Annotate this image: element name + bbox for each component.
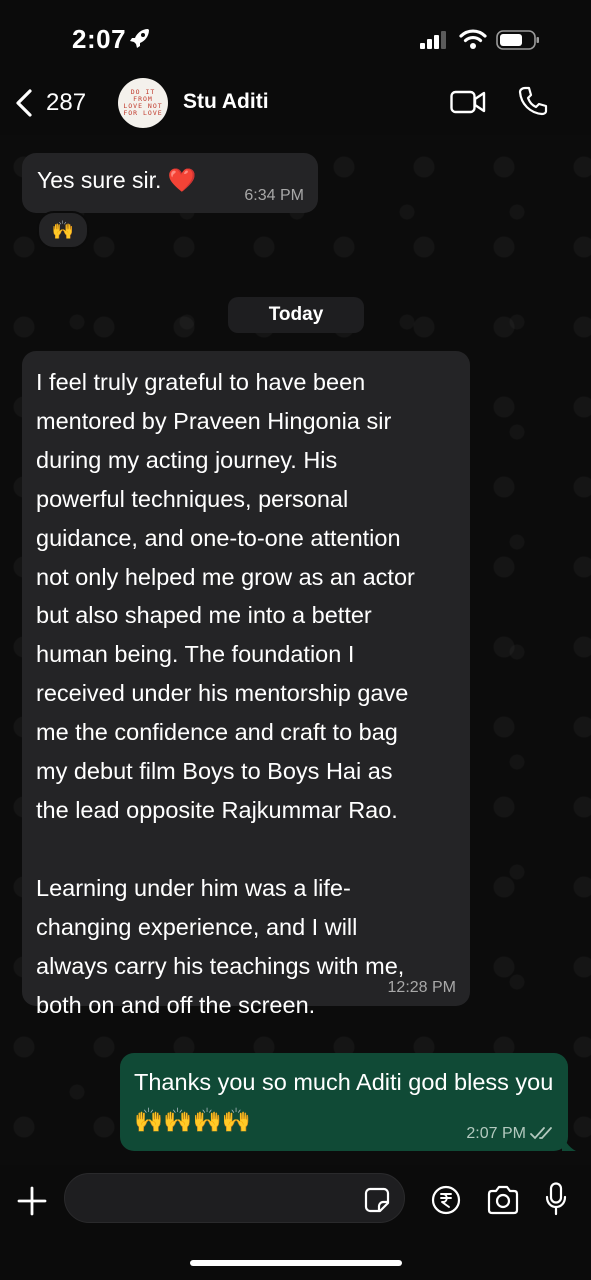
- message-text: Yes sure sir. ❤️: [37, 167, 197, 193]
- rupee-payment-icon[interactable]: [431, 1185, 461, 1215]
- chevron-left-icon: [16, 89, 32, 117]
- bubble-tail: [562, 1135, 576, 1151]
- message-time: 12:28 PM: [387, 979, 456, 996]
- unread-count: 287: [46, 89, 87, 116]
- message-reaction[interactable]: 🙌: [37, 211, 89, 249]
- date-separator-label: Today: [268, 304, 324, 325]
- wifi-icon: [459, 29, 487, 49]
- message-input[interactable]: [64, 1173, 405, 1223]
- microphone-icon[interactable]: [545, 1182, 567, 1216]
- sticker-icon[interactable]: [364, 1187, 390, 1213]
- reaction-emoji: 🙌: [51, 219, 75, 240]
- message-bubble-incoming[interactable]: Yes sure sir. ❤️ 6:34 PM: [22, 153, 318, 213]
- contact-name[interactable]: Stu Aditi: [183, 90, 269, 114]
- camera-icon[interactable]: [486, 1185, 520, 1215]
- chat-header: 287 DO IT FROM LOVE NOT FOR LOVE Stu Adi…: [0, 72, 591, 134]
- message-bubble-incoming[interactable]: I feel truly grateful to have been mento…: [22, 351, 470, 1018]
- avatar[interactable]: DO IT FROM LOVE NOT FOR LOVE: [118, 78, 168, 128]
- status-bar: 2:07: [0, 0, 591, 80]
- home-indicator: [190, 1260, 402, 1266]
- message-time: 6:34 PM: [244, 187, 304, 204]
- date-separator: Today: [228, 297, 364, 333]
- phone-icon[interactable]: [518, 86, 548, 116]
- cellular-signal-icon: [420, 31, 446, 49]
- message-bubble-outgoing[interactable]: Thanks you so much Aditi god bless you 🙌…: [120, 1053, 568, 1151]
- battery-icon: [496, 30, 539, 50]
- message-time: 2:07 PM: [466, 1125, 526, 1142]
- message-text: I feel truly grateful to have been mento…: [36, 369, 415, 1018]
- back-button[interactable]: 287: [14, 86, 86, 120]
- status-time: 2:07: [72, 24, 127, 54]
- read-receipt-icon: [530, 1127, 552, 1140]
- plus-icon[interactable]: [16, 1185, 48, 1217]
- rocket-icon: [130, 29, 149, 48]
- video-call-icon[interactable]: [450, 89, 486, 115]
- avatar-text: DO IT FROM LOVE NOT FOR LOVE: [123, 88, 163, 117]
